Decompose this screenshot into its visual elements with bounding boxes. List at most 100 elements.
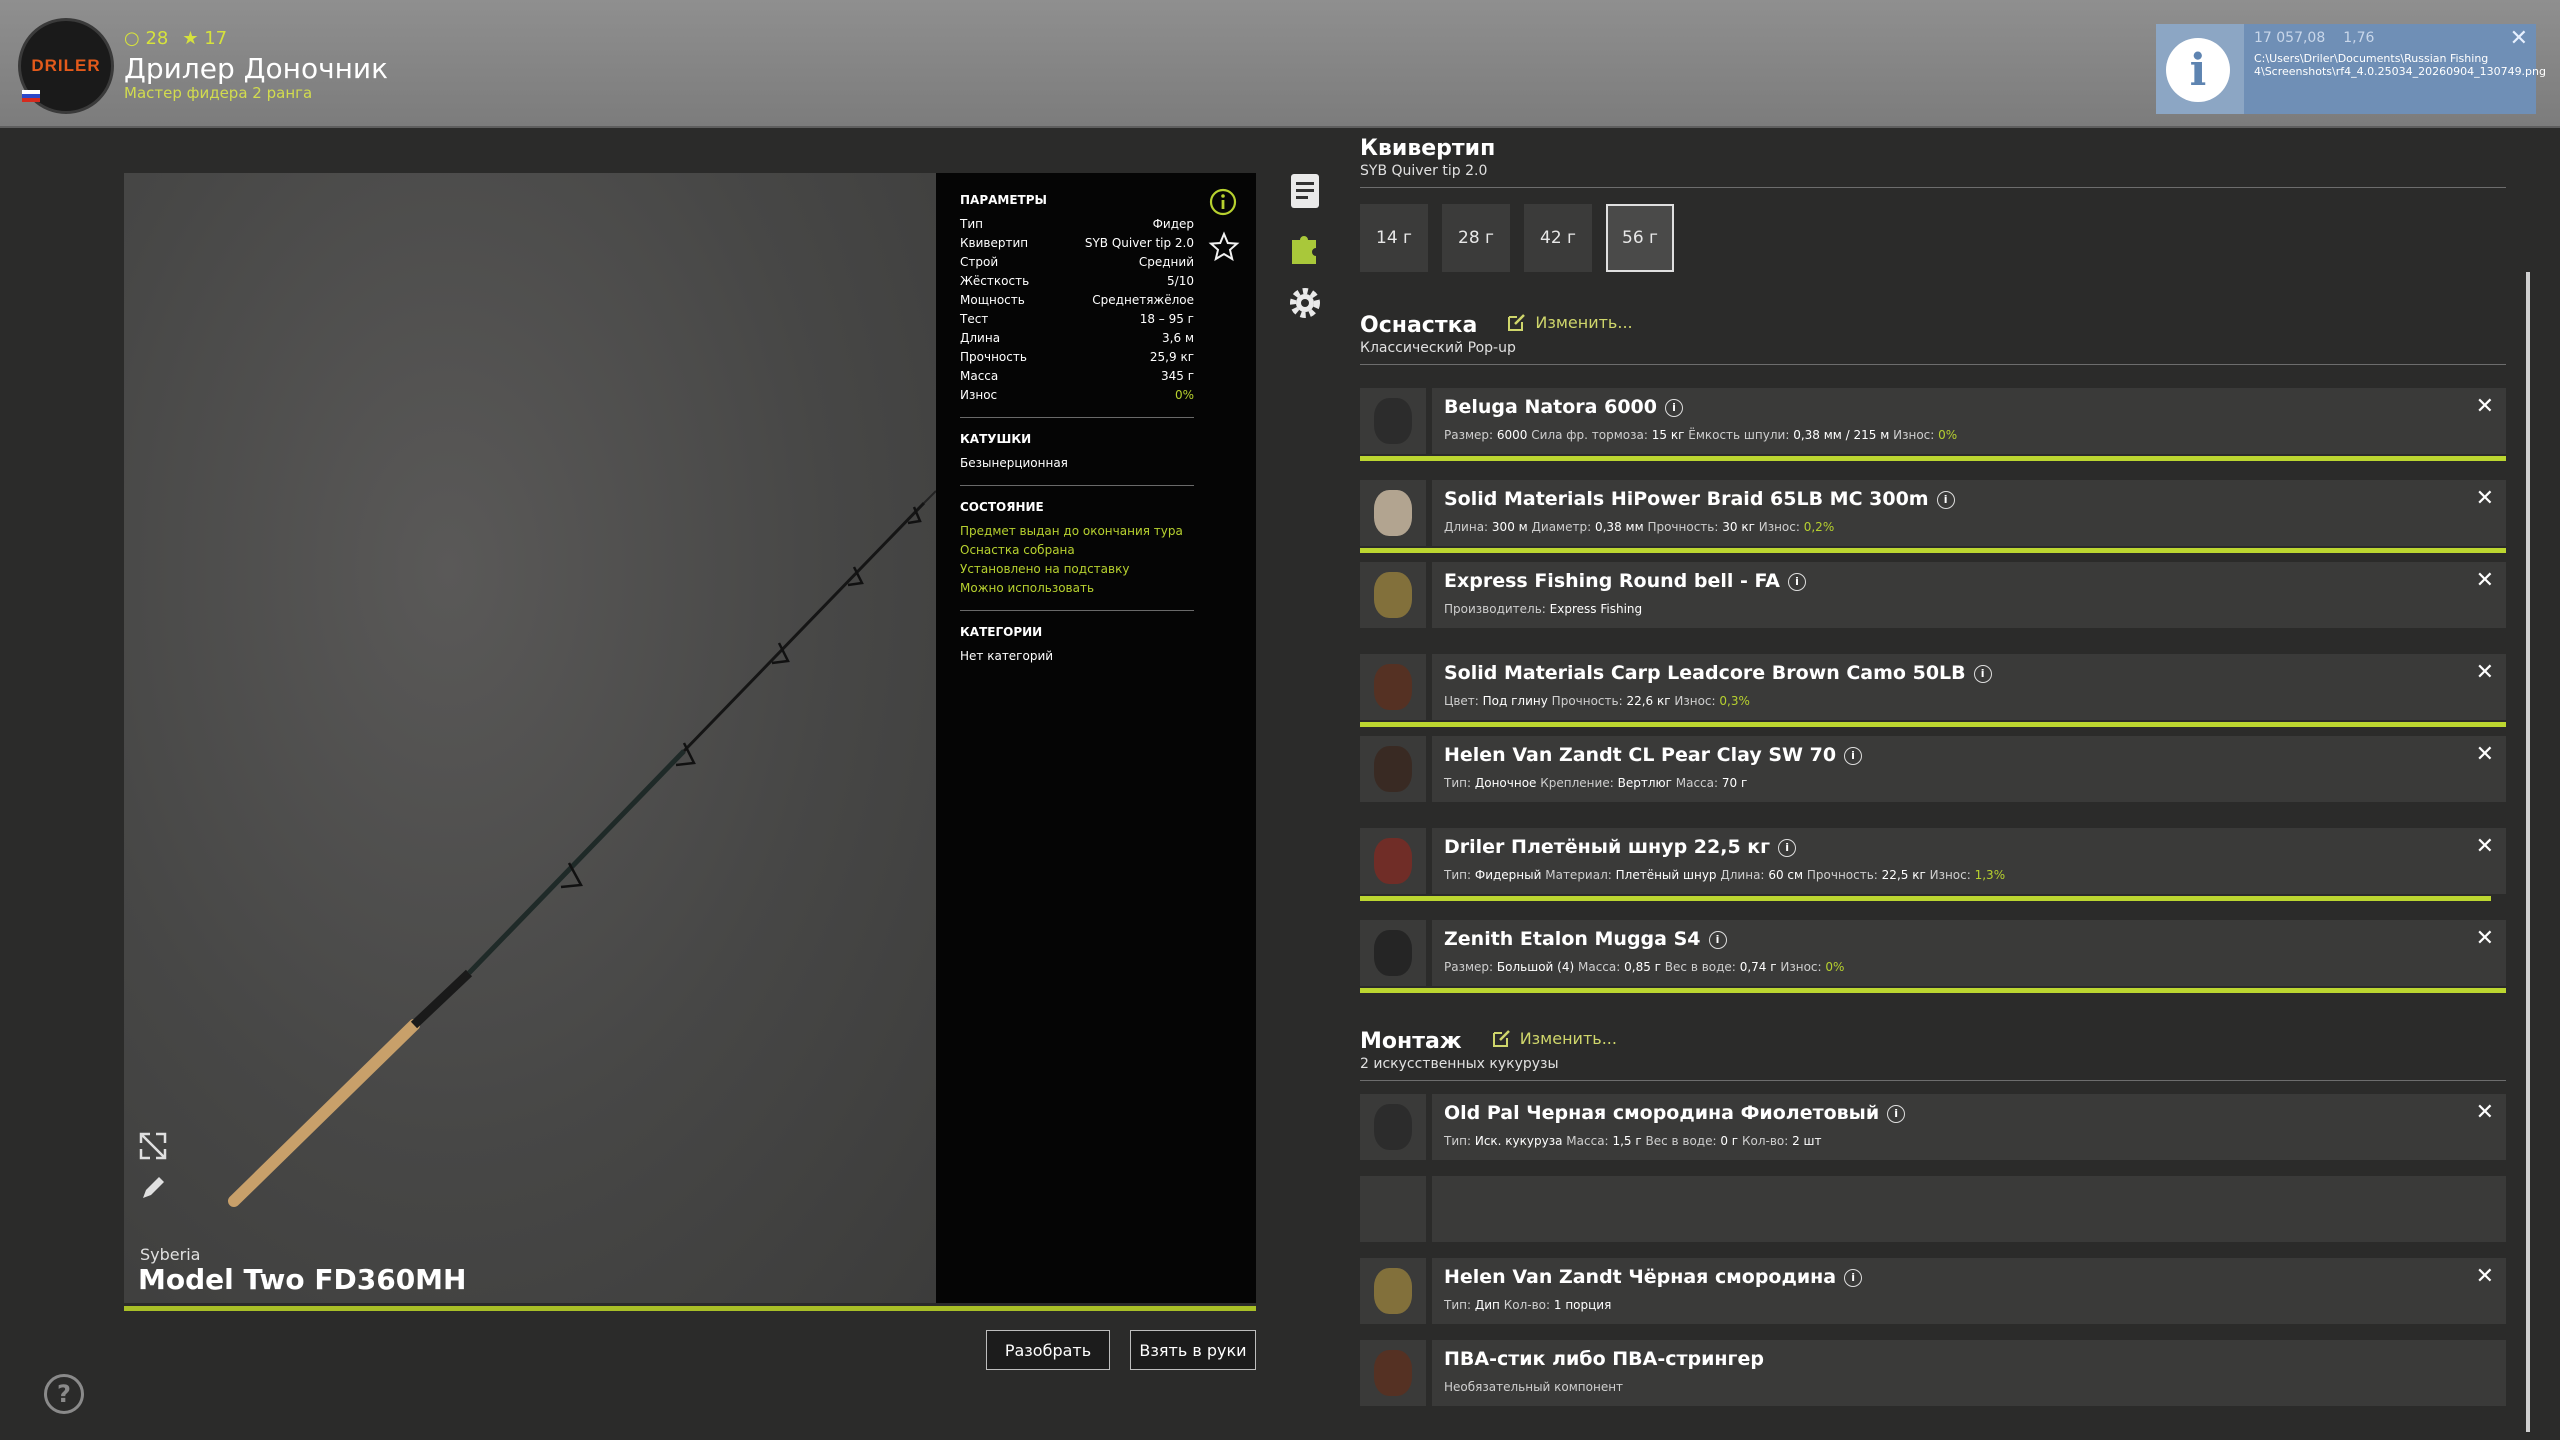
info-circle-icon[interactable] [1208, 187, 1238, 217]
item-info-icon[interactable]: i [1936, 491, 1955, 509]
item-body: Beluga Natora 6000 i Размер: 6000 Сила фр.… [1432, 388, 2506, 454]
tackle-item[interactable]: Solid Materials HiPower Braid 65LB MC 30… [1360, 480, 2506, 553]
expand-icon[interactable] [138, 1131, 168, 1161]
rig-edit-link[interactable]: Изменить... [1507, 312, 1633, 332]
tackle-item[interactable]: Express Fishing Round bell - FA i Производ… [1360, 562, 2506, 628]
item-description: Тип: Иск. кукуруза Масса: 1,5 г Вес в во… [1444, 1134, 1822, 1148]
item-description: Размер: Большой (4) Масса: 0,85 г Вес в … [1444, 960, 1844, 974]
tackle-item[interactable] [1360, 1176, 2506, 1242]
desc-value: Плетёный шнур [1615, 868, 1717, 882]
desc-key: Износ: [1893, 428, 1935, 442]
reels-value: Безынерционная [960, 456, 1068, 470]
quiver-option-28[interactable]: 28 г [1442, 204, 1510, 272]
pencil-icon[interactable] [138, 1173, 168, 1203]
divider [1360, 364, 2506, 365]
remove-item-icon[interactable]: ✕ [2476, 660, 2494, 685]
param-row: Тип Фидер [960, 215, 1194, 234]
item-name-text: ПВА-стик либо ПВА-стрингер [1444, 1348, 1764, 1370]
edit-icon [1492, 1030, 1510, 1047]
quiver-option-42[interactable]: 42 г [1524, 204, 1592, 272]
close-icon[interactable]: ✕ [2510, 26, 2528, 51]
remove-item-icon[interactable]: ✕ [2476, 742, 2494, 767]
wear-bar [1360, 896, 2492, 901]
desc-key: Длина: [1444, 520, 1489, 534]
item-name: Solid Materials Carp Leadcore Brown Camo… [1444, 662, 1992, 684]
favorite-star-icon[interactable] [1208, 231, 1240, 263]
tackle-item[interactable]: Zenith Etalon Mugga S4 i Размер: Большой (… [1360, 920, 2506, 993]
item-info-icon[interactable]: i [1708, 931, 1727, 949]
item-thumbnail [1360, 480, 1426, 546]
item-info-icon[interactable]: i [1778, 839, 1797, 857]
remove-item-icon[interactable]: ✕ [2476, 568, 2494, 593]
param-value: 25,9 кг [1149, 350, 1194, 364]
divider [960, 485, 1194, 486]
item-thumbnail [1360, 562, 1426, 628]
wear-bar [1360, 722, 2506, 727]
rig-edit-label: Изменить... [1535, 312, 1633, 332]
scrollbar[interactable] [2526, 272, 2530, 1432]
remove-item-icon[interactable]: ✕ [2476, 834, 2494, 859]
desc-key: Тип: [1444, 1134, 1472, 1148]
tackle-item[interactable]: Driler Плетёный шнур 22,5 кг i Тип: Фидерн… [1360, 828, 2506, 901]
state-line: Можно использовать [960, 581, 1095, 595]
item-info-icon[interactable]: i [1844, 747, 1863, 765]
param-row: Износ 0% [960, 386, 1194, 405]
tackle-item[interactable]: Beluga Natora 6000 i Размер: 6000 Сила фр.… [1360, 388, 2506, 461]
help-icon[interactable]: ? [44, 1374, 84, 1414]
item-name-text: Solid Materials Carp Leadcore Brown Camo… [1444, 662, 1966, 684]
item-info-icon[interactable]: i [1788, 573, 1806, 591]
screenshot-notification[interactable]: i 17 057,08 1,76 C:\Users\Driler\Documen… [2156, 24, 2546, 114]
tackle-item[interactable]: Helen Van Zandt Чёрная смородина i Тип: Ди… [1360, 1258, 2506, 1324]
item-info-icon[interactable]: i [1887, 1105, 1906, 1123]
item-description: Производитель: Express Fishing [1444, 602, 1642, 616]
tackle-item[interactable]: Helen Van Zandt CL Pear Clay SW 70 i Тип: … [1360, 736, 2506, 802]
state-line: Предмет выдан до окончания тура [960, 524, 1183, 538]
rod-image [228, 490, 936, 1207]
remove-item-icon[interactable]: ✕ [2476, 394, 2494, 419]
remove-item-icon[interactable]: ✕ [2476, 1264, 2494, 1289]
tackle-item[interactable]: Solid Materials Carp Leadcore Brown Camo… [1360, 654, 2506, 727]
montage-edit-link[interactable]: Изменить... [1492, 1028, 1617, 1048]
stat-b: ★ 17 [182, 28, 228, 49]
param-row: Квивертип SYB Quiver tip 2.0 [960, 234, 1194, 253]
item-info-icon[interactable]: i [1973, 665, 1992, 683]
rig-title: Оснастка [1360, 313, 1478, 338]
item-name: Old Pal Черная смородина Фиолетовый i [1444, 1102, 1906, 1124]
quiver-option-14[interactable]: 14 г [1360, 204, 1428, 272]
quiver-option-56[interactable]: 56 г [1606, 204, 1674, 272]
rod-viewer[interactable]: Syberia Model Two FD360MH [124, 173, 936, 1303]
param-value: 345 г [1160, 369, 1194, 383]
tackle-item[interactable]: ПВА-стик либо ПВА-стрингер Необязательный… [1360, 1340, 2506, 1406]
item-info-icon[interactable]: i [1844, 1269, 1863, 1287]
desc-key: Производитель: [1444, 602, 1546, 616]
desc-key: Ёмкость шпули: [1688, 428, 1790, 442]
remove-item-icon[interactable]: ✕ [2476, 486, 2494, 511]
desc-key: Цвет: [1444, 694, 1479, 708]
item-thumbnail [1360, 388, 1426, 454]
notification-body: 17 057,08 1,76 C:\Users\Driler\Documents… [2244, 24, 2546, 114]
disassemble-button[interactable]: Разобрать [986, 1330, 1110, 1370]
param-label: Прочность [960, 350, 1027, 364]
param-label: Квивертип [960, 236, 1029, 250]
item-name-text: Helen Van Zandt Чёрная смородина [1444, 1266, 1837, 1288]
desc-key: Прочность: [1647, 520, 1719, 534]
desc-value: 0% [1938, 428, 1958, 442]
gear-icon[interactable] [1286, 284, 1324, 322]
desc-value: Под глину [1482, 694, 1548, 708]
params-list: Тип Фидер Квивертип SYB Quiver tip 2.0 Строй… [960, 215, 1194, 405]
item-info-icon[interactable]: i [1665, 399, 1683, 417]
desc-value: Вертлюг [1617, 776, 1672, 790]
notification-stat-a: 17 057,08 [2254, 30, 2326, 46]
desc-key: Масса: [1566, 1134, 1609, 1148]
item-description: Тип: Фидерный Материал: Плетёный шнур Дл… [1444, 868, 2005, 882]
desc-value: 30 кг [1722, 520, 1755, 534]
tackle-item[interactable]: Old Pal Черная смородина Фиолетовый i Тип:… [1360, 1094, 2506, 1160]
document-icon[interactable] [1286, 172, 1324, 210]
remove-item-icon[interactable]: ✕ [2476, 1100, 2494, 1125]
param-label: Тест [960, 312, 989, 326]
remove-item-icon[interactable]: ✕ [2476, 926, 2494, 951]
puzzle-icon[interactable] [1286, 228, 1324, 266]
take-in-hands-button[interactable]: Взять в руки [1130, 1330, 1256, 1370]
param-label: Тип [960, 217, 983, 231]
rod-condition-bar [124, 1306, 1256, 1311]
